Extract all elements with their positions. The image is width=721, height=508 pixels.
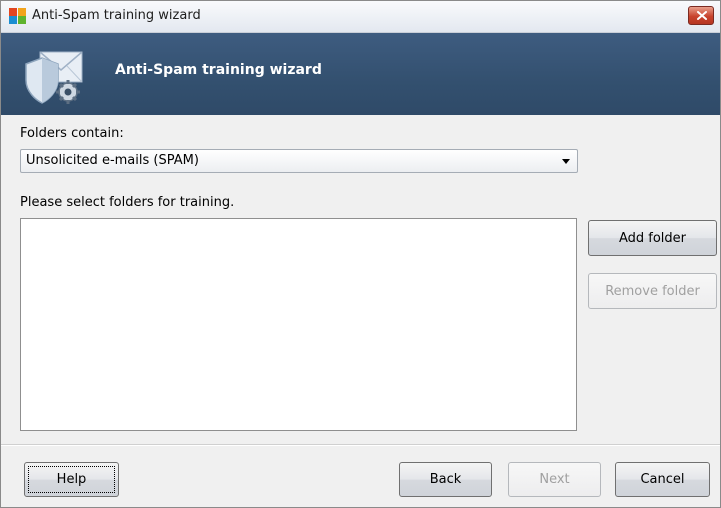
dropdown-arrow-icon[interactable] <box>562 159 570 164</box>
back-button[interactable]: Back <box>399 462 492 497</box>
add-folder-button[interactable]: Add folder <box>588 220 717 256</box>
footer-separator <box>1 444 720 446</box>
cancel-button[interactable]: Cancel <box>615 462 710 497</box>
folders-contain-value: Unsolicited e-mails (SPAM) <box>26 153 199 168</box>
header-title: Anti-Spam training wizard <box>115 62 322 78</box>
title-bar[interactable]: Anti-Spam training wizard <box>1 1 720 33</box>
folders-contain-label: Folders contain: <box>20 126 124 141</box>
help-button[interactable]: Help <box>24 462 119 497</box>
wizard-window: Anti-Spam training wizard Anti-Spam trai… <box>0 0 721 508</box>
close-button[interactable] <box>688 6 714 25</box>
folders-listbox[interactable] <box>20 218 577 431</box>
folders-contain-select[interactable]: Unsolicited e-mails (SPAM) <box>20 149 578 173</box>
shield-envelope-gear-icon <box>25 51 83 104</box>
select-folders-label: Please select folders for training. <box>20 195 235 210</box>
window-title: Anti-Spam training wizard <box>32 8 201 23</box>
avg-logo-icon <box>9 8 26 24</box>
next-button[interactable]: Next <box>508 462 601 497</box>
remove-folder-button[interactable]: Remove folder <box>588 273 717 309</box>
close-icon <box>697 11 707 20</box>
header-band: Anti-Spam training wizard <box>1 33 720 115</box>
